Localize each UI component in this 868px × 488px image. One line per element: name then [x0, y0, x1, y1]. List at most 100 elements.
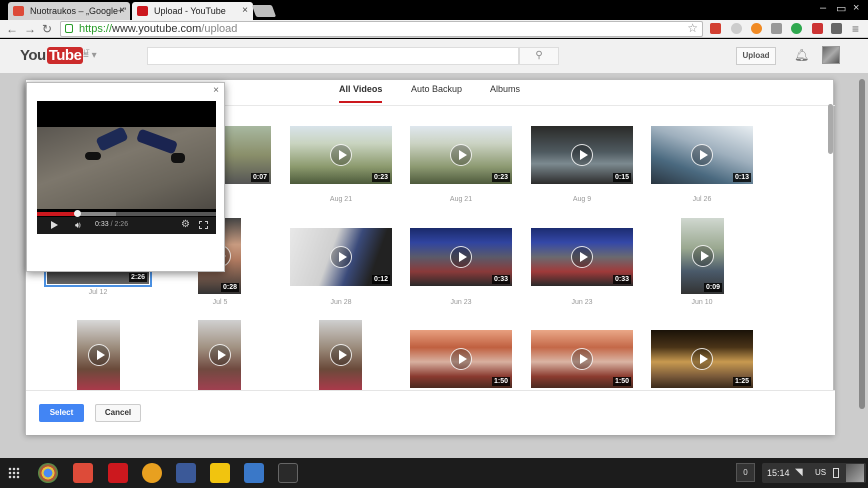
notification-extension-icon[interactable] [812, 23, 823, 34]
video-date: Jul 12 [88, 289, 108, 296]
app-launcher-icon[interactable] [8, 467, 20, 479]
youtube-logo[interactable]: You Tube LT [20, 47, 89, 64]
play-icon [329, 344, 352, 366]
cookie-extension-icon[interactable] [751, 23, 762, 34]
keep-icon[interactable] [210, 463, 230, 483]
volume-icon[interactable]: 🔊︎ [75, 220, 81, 231]
youtube-icon[interactable] [108, 463, 128, 483]
close-tab-icon[interactable]: × [242, 2, 248, 20]
google-plus-favicon-icon [13, 6, 24, 16]
url-scheme: https:// [79, 23, 113, 35]
play-icon[interactable] [51, 221, 58, 229]
facebook-icon[interactable] [176, 463, 196, 483]
chrome-menu-icon[interactable]: ≡ [852, 22, 859, 36]
video-duration: 1:50 [491, 377, 510, 386]
files-icon[interactable] [244, 463, 264, 483]
new-tab-button[interactable] [251, 5, 277, 17]
tab-title: Upload - YouTube [154, 6, 226, 16]
guide-menu-icon[interactable]: ≡ ▾ [83, 50, 97, 61]
forward-icon[interactable]: → [24, 22, 36, 36]
os-taskbar: 0 15:14 ◥ US [0, 458, 868, 488]
account-avatar[interactable] [822, 46, 840, 64]
video-date: Aug 21 [329, 196, 353, 203]
google-plus-icon[interactable] [73, 463, 93, 483]
browser-toolbar: ← → ↻ https://www.youtube.com/upload ☆ ≡ [0, 20, 868, 38]
keyboard-layout: US [815, 468, 827, 477]
gmail-extension-icon[interactable] [710, 23, 721, 34]
picker-scrollbar-thumb[interactable] [828, 104, 833, 154]
headphones-icon[interactable] [142, 463, 162, 483]
back-icon[interactable]: ← [6, 22, 18, 36]
video-thumbnail: 0:15 [531, 126, 633, 184]
video-thumbnail: 1:50 [410, 330, 512, 388]
minimize-icon[interactable]: – [820, 2, 826, 14]
video-duration: 0:28 [220, 283, 239, 292]
youtube-header: You Tube LT ≡ ▾ ⚲ Upload 🔔︎ [0, 39, 868, 73]
current-time: 0:33 [95, 221, 109, 228]
video-preview-popup: × 🔊︎ 0:33 / 2:26 ⚙ [26, 82, 225, 272]
player-time: 0:33 / 2:26 [95, 221, 129, 228]
video-duration: 0:13 [732, 173, 751, 182]
play-icon [571, 246, 593, 268]
video-thumbnail: 0:23 [410, 126, 512, 184]
gear-icon[interactable]: ⚙ [181, 219, 190, 230]
video-date: Jun 23 [450, 299, 472, 306]
video-progress-bar[interactable] [37, 210, 216, 217]
total-time: 2:26 [114, 221, 129, 228]
video-thumbnail: 1:25 [651, 330, 753, 388]
search-icon: ⚲ [535, 50, 543, 61]
video-duration: 1:50 [612, 377, 631, 386]
play-icon [691, 245, 714, 267]
video-duration: 0:23 [491, 173, 510, 182]
video-date: Jun 28 [330, 299, 352, 306]
upload-button[interactable]: Upload [736, 47, 776, 65]
search-button[interactable]: ⚲ [519, 47, 559, 65]
cast-icon[interactable] [771, 23, 782, 34]
address-bar[interactable]: https://www.youtube.com/upload ☆ [60, 21, 703, 37]
select-button[interactable]: Select [39, 404, 84, 422]
video-date: Jul 26 [692, 196, 712, 203]
video-thumbnail [77, 320, 120, 390]
hangouts-extension-icon[interactable] [791, 23, 802, 34]
picker-footer: Select Cancel [26, 390, 835, 435]
cancel-button[interactable]: Cancel [95, 404, 141, 422]
close-tab-icon[interactable]: × [119, 2, 125, 20]
video-date: Aug 9 [572, 196, 592, 203]
bookmark-star-icon[interactable]: ☆ [687, 21, 698, 35]
tab-albums[interactable]: Albums [490, 84, 520, 101]
video-date: Jun 23 [571, 299, 593, 306]
play-icon [450, 348, 472, 370]
browser-tab-youtube-upload[interactable]: Upload - YouTube × [132, 2, 253, 20]
close-icon[interactable]: × [213, 85, 219, 96]
video-date: Jun 10 [691, 299, 713, 306]
chrome-icon[interactable] [38, 463, 58, 483]
video-thumbnail [319, 320, 362, 390]
extension-icon[interactable] [731, 23, 742, 34]
reload-icon[interactable]: ↻ [42, 22, 52, 36]
notifications-bell-icon[interactable]: 🔔︎ [794, 48, 809, 62]
browser-tab-google-photos[interactable]: Nuotraukos – „Google+“ × [8, 2, 130, 20]
system-tray[interactable]: 15:14 ◥ US [762, 463, 866, 483]
play-icon [87, 344, 110, 366]
terminal-icon[interactable] [278, 463, 298, 483]
play-icon [330, 246, 352, 268]
extension-icon[interactable] [831, 23, 842, 34]
video-duration: 1:25 [732, 377, 751, 386]
close-window-icon[interactable]: × [853, 2, 859, 14]
tab-all-videos[interactable]: All Videos [339, 84, 383, 103]
page-scrollbar-thumb[interactable] [859, 79, 865, 409]
video-player[interactable]: 🔊︎ 0:33 / 2:26 ⚙ [37, 101, 216, 234]
lock-icon [65, 24, 73, 33]
tab-auto-backup[interactable]: Auto Backup [411, 84, 462, 101]
search-input[interactable] [147, 47, 519, 65]
video-thumbnail: 0:07 [225, 126, 271, 184]
notification-count-badge[interactable]: 0 [736, 463, 755, 482]
youtube-favicon-icon [137, 6, 148, 16]
video-duration: 0:33 [612, 275, 631, 284]
video-date: Aug 21 [449, 196, 473, 203]
video-thumbnail [198, 320, 241, 390]
video-frame [37, 126, 216, 209]
fullscreen-icon[interactable] [199, 221, 208, 229]
video-duration: 0:15 [612, 173, 631, 182]
maximize-icon[interactable]: ▭ [836, 2, 846, 15]
